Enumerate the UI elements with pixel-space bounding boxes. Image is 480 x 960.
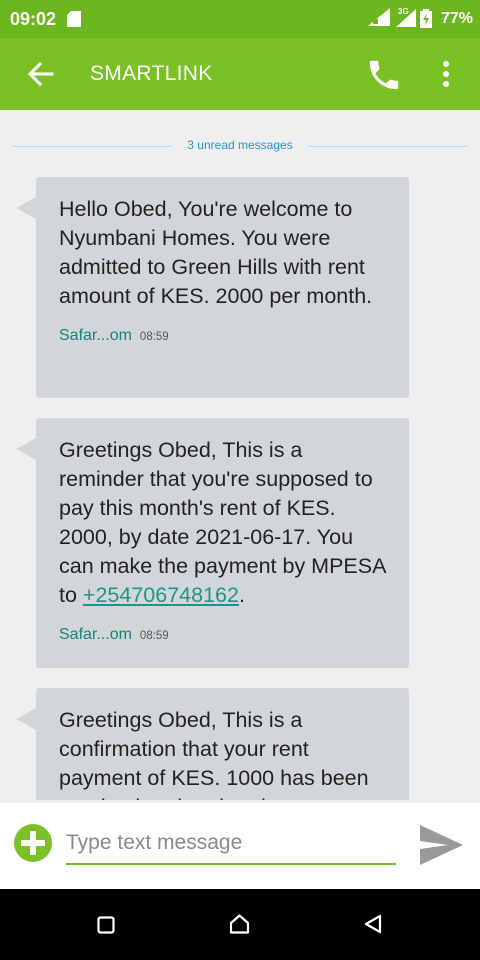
message-meta: Safar...om 08:59: [59, 626, 389, 666]
wifi-signal-icon: [368, 8, 390, 26]
unread-label: 3 unread messages: [187, 138, 293, 152]
status-bar: 09:02 3G 77%: [0, 0, 480, 38]
message-sender: Safar...om: [59, 327, 132, 344]
conversation-title: SMARTLINK: [90, 62, 213, 85]
message-bubble[interactable]: Hello Obed, You're welcome to Nyumbani H…: [16, 177, 409, 398]
divider-line-right: [308, 146, 468, 147]
back-arrow-icon[interactable]: [28, 62, 54, 86]
back-triangle-icon[interactable]: [364, 914, 382, 934]
bubble-tail: [16, 438, 36, 460]
sd-card-icon: [67, 11, 81, 27]
phone-icon[interactable]: [365, 56, 403, 94]
message-input[interactable]: Type text message: [66, 831, 396, 865]
message-text: Hello Obed, You're welcome to Nyumbani H…: [59, 197, 373, 308]
message-time: 08:59: [139, 331, 169, 343]
app-bar: SMARTLINK: [0, 38, 480, 110]
send-icon[interactable]: [418, 823, 464, 867]
more-vert-icon[interactable]: [441, 60, 451, 88]
recents-square-icon[interactable]: [97, 916, 115, 934]
cell-signal-icon: [396, 9, 416, 27]
bubble-tail: [16, 197, 36, 219]
unread-divider: 3 unread messages: [12, 136, 468, 156]
message-bubble[interactable]: Greetings Obed, This is a reminder that …: [16, 418, 409, 668]
message-bubble[interactable]: Greetings Obed, This is a confirmation t…: [16, 688, 409, 800]
battery-percent: 77%: [440, 10, 473, 27]
system-nav-bar: [0, 889, 480, 960]
message-sender: Safar...om: [59, 626, 132, 643]
message-text: Greetings Obed, This is a reminder that …: [59, 436, 389, 610]
add-attachment-icon[interactable]: [13, 823, 53, 863]
message-list[interactable]: 3 unread messages Hello Obed, You're wel…: [0, 110, 480, 800]
message-text-body: Greetings Obed, This is a reminder that …: [59, 438, 386, 607]
phone-number-link[interactable]: +254706748162: [83, 583, 239, 607]
status-time: 09:02: [10, 9, 57, 29]
bubble-tail: [16, 708, 36, 730]
home-icon[interactable]: [229, 914, 250, 934]
message-text: Greetings Obed, This is a confirmation t…: [59, 708, 369, 800]
compose-bar: Type text message: [0, 803, 480, 889]
message-text-end: .: [238, 583, 245, 607]
message-meta: Safar...om 08:59: [59, 327, 389, 367]
message-time: 08:59: [139, 630, 169, 642]
battery-charging-icon: [420, 9, 432, 28]
